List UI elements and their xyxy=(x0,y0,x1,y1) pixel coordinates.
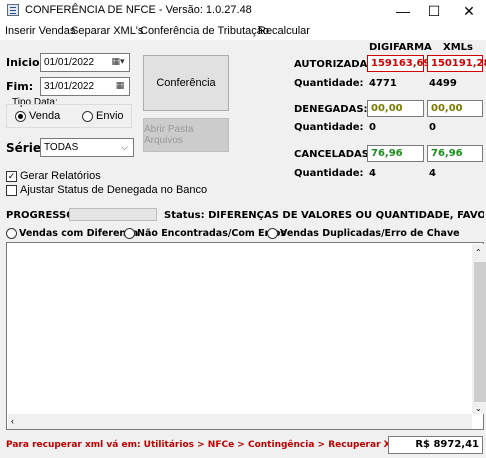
inicio-label: Inicio: xyxy=(6,56,44,69)
recover-xml-hint: Para recuperar xml vá em: Utilitários > … xyxy=(6,440,406,450)
menu-separar-xmls[interactable]: Separar XML's xyxy=(71,25,143,37)
radio-envio[interactable] xyxy=(82,110,93,122)
autorizadas-label: AUTORIZADAS: xyxy=(294,59,379,70)
progress-bar xyxy=(69,208,157,221)
canceladas-label: CANCELADAS: xyxy=(294,149,373,160)
vertical-scroll-thumb[interactable] xyxy=(474,262,486,402)
canceladas-qtd-digifarma: 4 xyxy=(369,168,376,179)
view-option-nao-encontradas[interactable]: Não Encontradas/Com Erros xyxy=(124,228,286,239)
radio-nao-encontradas[interactable] xyxy=(124,228,135,239)
total-value: R$ 8972,41 xyxy=(388,436,483,454)
radio-duplicadas[interactable] xyxy=(267,228,278,239)
scroll-down-icon[interactable]: ⌄ xyxy=(475,404,482,413)
vertical-scrollbar[interactable]: ⌃ ⌄ xyxy=(472,244,486,414)
inicio-date-value: 01/01/2022 xyxy=(44,57,95,68)
minimize-button[interactable]: — xyxy=(386,0,420,22)
view-option-diferenca-label: Vendas com Diferença xyxy=(19,228,139,239)
chevron-down-icon: ⌵ xyxy=(121,142,128,152)
col-header-digifarma: DIGIFARMA xyxy=(369,42,432,53)
scroll-left-icon[interactable]: ‹ xyxy=(11,416,14,426)
menu-bar: Inserir Vendas Separar XML's Conferência… xyxy=(0,22,486,40)
ajustar-status-checkbox[interactable] xyxy=(6,184,17,196)
autorizadas-digifarma-value: 159163,69 xyxy=(367,55,430,72)
conferencia-button[interactable]: Conferência xyxy=(143,55,229,111)
col-header-xmls: XMLs xyxy=(443,42,473,53)
tipo-venda-label: Venda xyxy=(29,110,61,122)
canceladas-qtd-label: Quantidade: xyxy=(294,168,364,179)
view-option-duplicadas[interactable]: Vendas Duplicadas/Erro de Chave xyxy=(267,228,460,239)
menu-inserir-vendas[interactable]: Inserir Vendas xyxy=(5,25,75,37)
menu-recalcular[interactable]: Recalcular xyxy=(258,25,310,37)
close-button[interactable]: ✕ xyxy=(452,0,486,22)
denegadas-qtd-digifarma: 0 xyxy=(369,122,376,133)
maximize-button[interactable]: ☐ xyxy=(417,0,451,22)
inicio-date-input[interactable]: 01/01/2022 ▦▾ xyxy=(40,53,130,72)
autorizadas-qtd-digifarma: 4771 xyxy=(369,78,397,89)
canceladas-digifarma-value: 76,96 xyxy=(367,145,424,162)
calendar-dropdown-icon[interactable]: ▦▾ xyxy=(109,54,127,71)
tipo-envio-option[interactable]: Envio xyxy=(82,110,124,122)
scroll-up-icon[interactable]: ⌃ xyxy=(475,248,482,257)
title-bar: CONFERÊNCIA DE NFCE - Versão: 1.0.27.48 … xyxy=(0,0,486,22)
horizontal-scrollbar[interactable]: ‹ xyxy=(8,414,472,429)
gerar-relatorios-label: Gerar Relatórios xyxy=(20,170,101,182)
denegadas-qtd-xml: 0 xyxy=(429,122,436,133)
fim-date-value: 31/01/2022 xyxy=(44,81,95,92)
ajustar-status-option[interactable]: Ajustar Status de Denegada no Banco xyxy=(6,184,207,196)
view-option-diferenca[interactable]: Vendas com Diferença xyxy=(6,228,138,239)
tipo-envio-label: Envio xyxy=(96,110,124,122)
serie-value: TODAS xyxy=(44,142,79,153)
fim-date-input[interactable]: 31/01/2022 ▦ xyxy=(40,77,130,96)
autorizadas-qtd-xml: 4499 xyxy=(429,78,457,89)
view-option-nao-encontradas-label: Não Encontradas/Com Erros xyxy=(137,228,287,239)
status-text: Status: DIFERENÇAS DE VALORES OU QUANTID… xyxy=(164,210,484,221)
gerar-relatorios-option[interactable]: ✓ Gerar Relatórios xyxy=(6,170,101,182)
ajustar-status-label: Ajustar Status de Denegada no Banco xyxy=(20,184,208,196)
fim-label: Fim: xyxy=(6,80,34,93)
gerar-relatorios-checkbox[interactable]: ✓ xyxy=(6,170,17,182)
denegadas-digifarma-value: 00,00 xyxy=(367,100,424,117)
denegadas-label: DENEGADAS: xyxy=(294,104,368,115)
canceladas-qtd-xml: 4 xyxy=(429,168,436,179)
tipo-venda-option[interactable]: Venda xyxy=(15,110,60,122)
app-icon xyxy=(7,4,19,16)
denegadas-xml-value: 00,00 xyxy=(427,100,483,117)
progress-label: PROGRESSO: xyxy=(6,210,79,221)
view-option-duplicadas-label: Vendas Duplicadas/Erro de Chave xyxy=(280,228,460,239)
radio-venda[interactable] xyxy=(15,110,26,122)
radio-vendas-diferenca[interactable] xyxy=(6,228,17,239)
calendar-icon[interactable]: ▦ xyxy=(111,78,129,95)
window-title: CONFERÊNCIA DE NFCE - Versão: 1.0.27.48 xyxy=(25,4,252,16)
canceladas-xml-value: 76,96 xyxy=(427,145,483,162)
menu-conferencia-tributacao[interactable]: Conferência de Tributação xyxy=(140,25,269,37)
serie-select[interactable]: TODAS ⌵ xyxy=(40,138,134,157)
denegadas-qtd-label: Quantidade: xyxy=(294,122,364,133)
autorizadas-qtd-label: Quantidade: xyxy=(294,78,364,89)
abrir-pasta-button[interactable]: Abrir Pasta Arquivos xyxy=(143,118,229,152)
result-list[interactable]: ⌃ ⌄ ‹ xyxy=(6,242,486,430)
autorizadas-xml-value: 150191,28 xyxy=(427,55,486,72)
